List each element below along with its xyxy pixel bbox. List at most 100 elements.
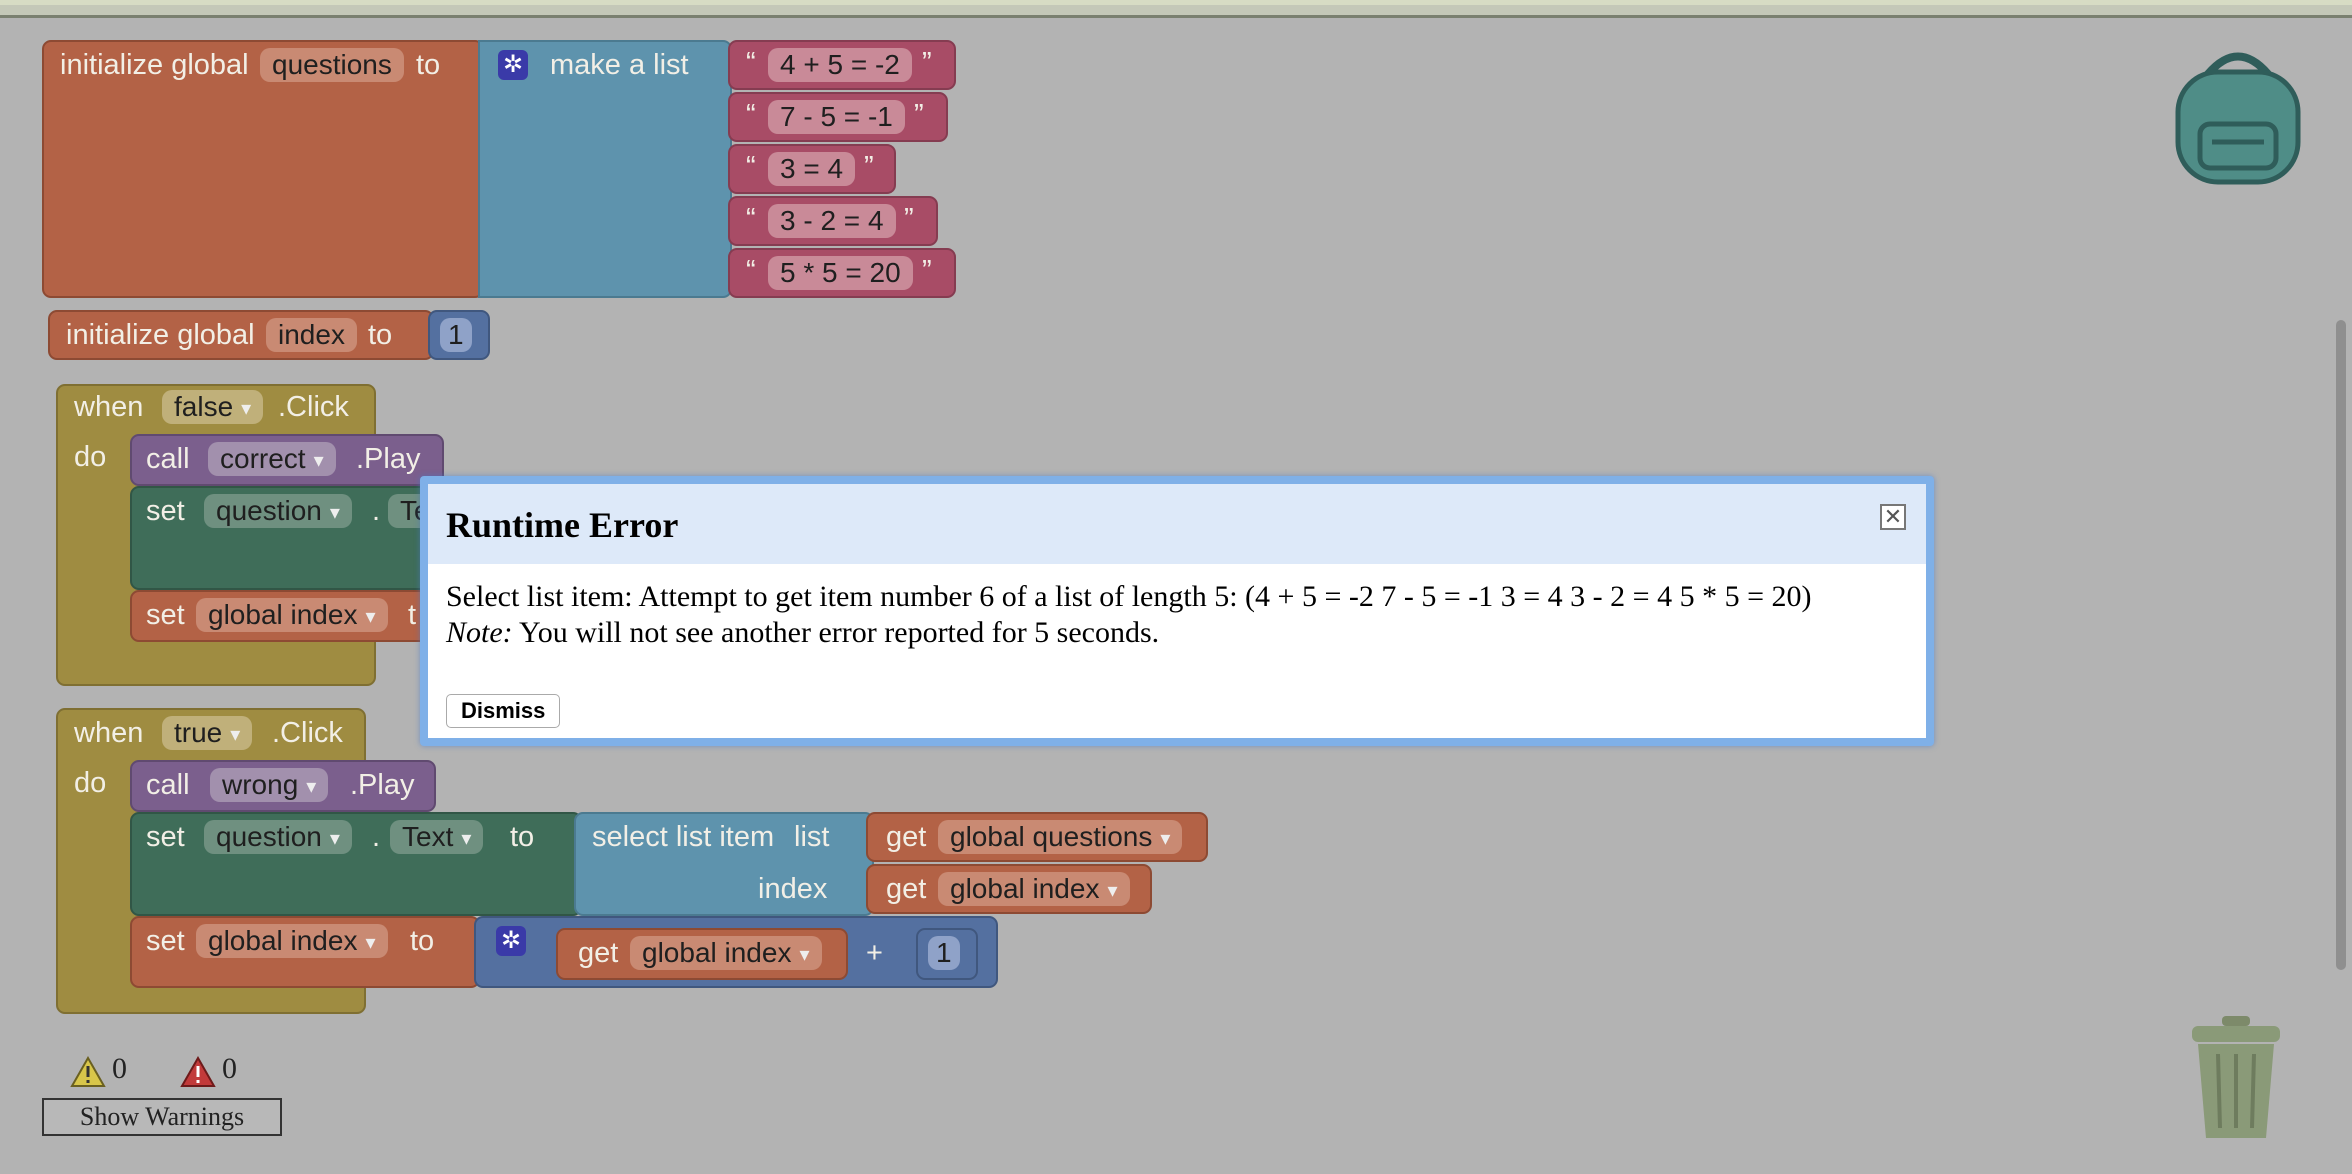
call-label: call (146, 443, 190, 475)
init-keyword: initialize global (66, 319, 255, 351)
var-name: global index (950, 873, 1100, 904)
var-dropdown-global-questions[interactable]: global questions ▾ (938, 820, 1183, 854)
quote-close: ” (864, 151, 874, 183)
top-bar (0, 0, 2352, 18)
chevron-down-icon: ▾ (365, 931, 376, 954)
warning-count: 0 (112, 1052, 127, 1085)
chevron-down-icon: ▾ (799, 943, 810, 966)
component-name: correct (220, 443, 306, 474)
index-socket-label: index (758, 873, 828, 905)
note-label: Note: (446, 616, 513, 649)
chevron-down-icon: ▾ (1160, 827, 1171, 850)
dialog-body: Runtime Error ✕ Select list item: Attemp… (428, 484, 1926, 738)
var-name-index[interactable]: index (266, 318, 357, 352)
event-label: .Click (272, 717, 343, 749)
quote-close: ” (904, 203, 914, 235)
event-label: .Click (278, 391, 349, 423)
quote-close: ” (914, 99, 924, 131)
text-value[interactable]: 3 - 2 = 4 (768, 204, 896, 238)
quote-open: “ (746, 47, 756, 79)
warning-icon (70, 1056, 106, 1087)
to-label: to (416, 49, 441, 81)
to-label: t (408, 599, 417, 631)
to-label: to (368, 319, 393, 351)
dialog-header: Runtime Error ✕ (428, 484, 1926, 564)
do-label: do (74, 767, 107, 799)
when-label: when (74, 391, 144, 423)
get-label: get (578, 937, 619, 969)
chevron-down-icon: ▾ (461, 827, 472, 850)
component-name: wrong (222, 769, 299, 800)
to-label: to (510, 821, 535, 853)
error-count: 0 (222, 1052, 237, 1085)
property-dropdown-text[interactable]: Text ▾ (390, 820, 484, 854)
text-value[interactable]: 5 * 5 = 20 (768, 256, 913, 290)
list-socket-label: list (794, 821, 830, 853)
method-label: .Play (356, 443, 421, 475)
var-dropdown-global-index[interactable]: global index ▾ (630, 936, 822, 970)
gear-icon[interactable]: ✲ (498, 50, 528, 80)
var-name: global index (208, 599, 358, 630)
dot-label: . (372, 821, 381, 853)
var-dropdown-global-index[interactable]: global index ▾ (196, 598, 388, 632)
var-dropdown-global-index[interactable]: global index ▾ (196, 924, 388, 958)
show-warnings-button[interactable]: Show Warnings (42, 1098, 282, 1136)
dialog-title: Runtime Error (446, 505, 679, 545)
component-dropdown-correct[interactable]: correct ▾ (208, 442, 336, 476)
quote-open: “ (746, 99, 756, 131)
note-text: You will not see another error reported … (512, 616, 1160, 649)
set-label: set (146, 925, 185, 957)
gear-icon[interactable]: ✲ (496, 926, 526, 956)
component-name: question (216, 495, 322, 526)
workspace-scrollbar[interactable] (2336, 320, 2346, 970)
error-message: Select list item: Attempt to get item nu… (446, 580, 1812, 613)
text-value[interactable]: 4 + 5 = -2 (768, 48, 912, 82)
property-name: Text (402, 821, 454, 852)
set-label: set (146, 821, 185, 853)
make-list-label: make a list (550, 49, 689, 81)
chevron-down-icon: ▾ (313, 449, 324, 472)
chevron-down-icon: ▾ (306, 775, 317, 798)
chevron-down-icon: ▾ (365, 605, 376, 628)
get-label: get (886, 873, 927, 905)
quote-open: “ (746, 151, 756, 183)
chevron-down-icon: ▾ (329, 827, 340, 850)
number-value[interactable]: 1 (928, 936, 960, 970)
get-label: get (886, 821, 927, 853)
component-dropdown-wrong[interactable]: wrong ▾ (210, 768, 329, 802)
quote-open: “ (746, 255, 756, 287)
when-label: when (74, 717, 144, 749)
call-label: call (146, 769, 190, 801)
text-value[interactable]: 3 = 4 (768, 152, 856, 186)
error-note: Note: You will not see another error rep… (446, 616, 1159, 650)
var-name: global index (208, 925, 358, 956)
set-label: set (146, 495, 185, 527)
component-name: true (174, 717, 223, 748)
dismiss-button[interactable]: Dismiss (446, 694, 561, 728)
dot-label: . (372, 495, 381, 527)
chevron-down-icon: ▾ (241, 397, 252, 420)
component-dropdown-true[interactable]: true ▾ (162, 716, 253, 750)
set-label: set (146, 599, 185, 631)
component-dropdown-question[interactable]: question ▾ (204, 820, 352, 854)
component-name: false (174, 391, 234, 422)
component-dropdown-false[interactable]: false ▾ (162, 390, 264, 424)
text-value[interactable]: 7 - 5 = -1 (768, 100, 905, 134)
chevron-down-icon: ▾ (329, 501, 340, 524)
chevron-down-icon: ▾ (230, 723, 241, 746)
var-name-questions[interactable]: questions (260, 48, 404, 82)
close-icon[interactable]: ✕ (1880, 504, 1906, 530)
number-value[interactable]: 1 (440, 318, 472, 352)
component-dropdown-question[interactable]: question ▾ (204, 494, 352, 528)
error-icon (180, 1056, 216, 1087)
do-label: do (74, 441, 107, 473)
var-name: global index (642, 937, 792, 968)
var-dropdown-global-index[interactable]: global index ▾ (938, 872, 1130, 906)
to-label: to (410, 925, 435, 957)
backpack-icon[interactable] (2168, 44, 2308, 194)
method-label: .Play (350, 769, 415, 801)
runtime-error-dialog: Runtime Error ✕ Select list item: Attemp… (420, 476, 1934, 746)
plus-label: + (866, 937, 883, 969)
trash-icon[interactable] (2186, 1014, 2286, 1144)
chevron-down-icon: ▾ (1107, 879, 1118, 902)
